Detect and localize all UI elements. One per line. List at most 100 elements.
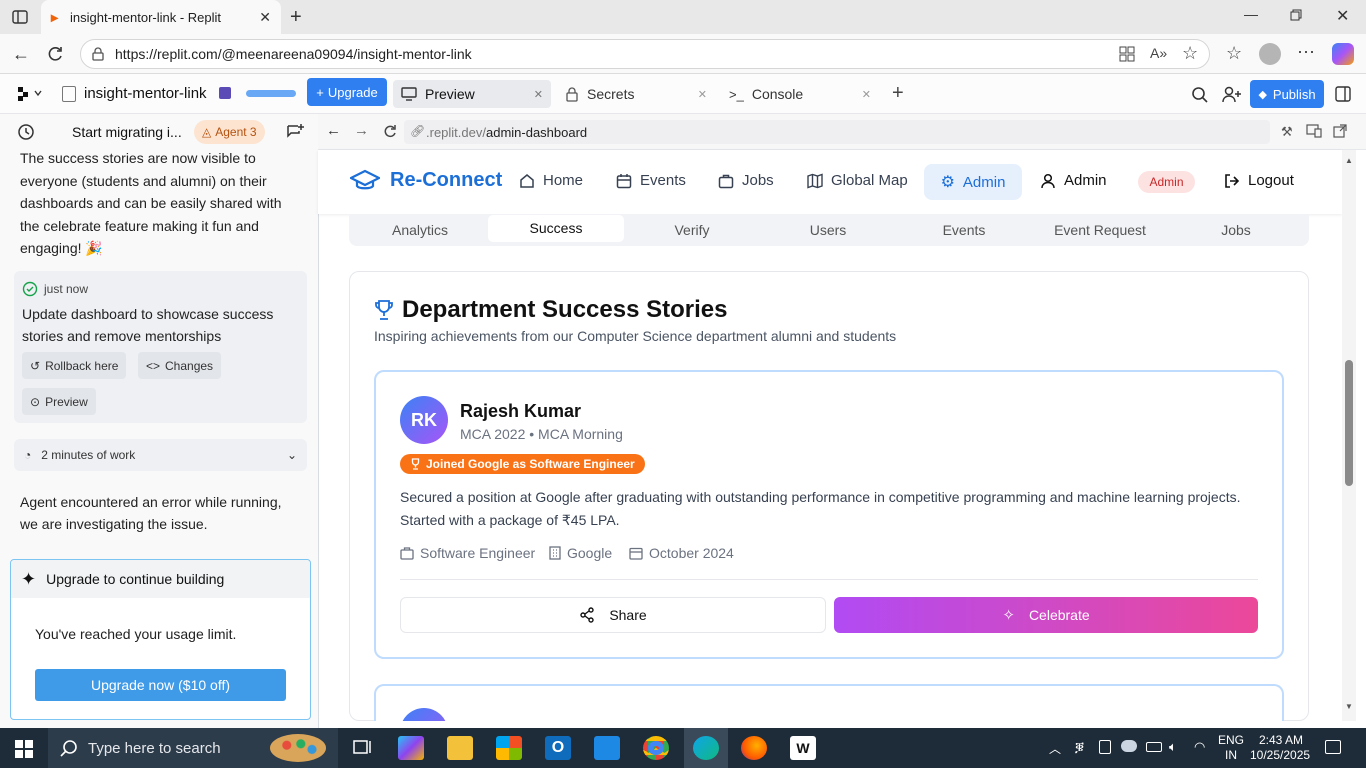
changes-button[interactable]: <> Changes	[138, 352, 222, 379]
invite-user-icon[interactable]	[1222, 86, 1242, 104]
close-window-icon[interactable]: ✕	[1336, 6, 1349, 26]
upgrade-button[interactable]: + Upgrade	[307, 78, 387, 106]
outlook-icon[interactable]: O	[545, 736, 571, 760]
tab-console[interactable]: >_ Console ✕	[721, 80, 879, 108]
publish-icon: ◆	[1258, 88, 1267, 101]
subtab-success[interactable]: Success	[488, 215, 624, 242]
devtools-icon[interactable]: ⚒	[1281, 124, 1293, 140]
preview-back-icon[interactable]: ←	[326, 122, 341, 139]
favorite-star-icon[interactable]: ☆	[1182, 43, 1198, 64]
share-icon	[579, 607, 595, 623]
agent-status-icon	[219, 87, 231, 99]
link-icon: 🔗︎	[410, 124, 426, 138]
add-tab-icon[interactable]: +	[892, 82, 904, 105]
new-tab-icon[interactable]: +	[290, 6, 302, 29]
minimize-icon[interactable]: —	[1244, 6, 1258, 22]
close-tab-secrets-icon[interactable]: ✕	[698, 88, 707, 101]
vscode-icon[interactable]	[594, 736, 620, 760]
notifications-icon[interactable]	[1325, 740, 1341, 754]
search-icon[interactable]	[1191, 86, 1209, 104]
logout-button[interactable]: Logout	[1224, 172, 1294, 189]
subtab-verify[interactable]: Verify	[624, 222, 760, 238]
browser-tab[interactable]: ▸ insight-mentor-link - Replit ✕	[41, 0, 281, 34]
subtab-events[interactable]: Events	[896, 222, 1032, 238]
copilot-icon[interactable]	[1332, 43, 1354, 65]
close-tab-console-icon[interactable]: ✕	[862, 88, 871, 101]
site-info-icon[interactable]	[91, 47, 105, 61]
celebrate-button[interactable]: ✧ Celebrate	[834, 597, 1258, 633]
work-summary-toggle[interactable]: ◔ 2 minutes of work ⌄	[14, 439, 307, 471]
rollback-button[interactable]: ↺ Rollback here	[22, 352, 127, 379]
copilot-taskbar-icon[interactable]	[398, 736, 424, 760]
nav-events[interactable]: Events	[616, 172, 686, 189]
agent-badge[interactable]: ◬ Agent 3	[194, 120, 265, 144]
scrollbar-thumb[interactable]	[1345, 360, 1353, 486]
language-indicator[interactable]: ENG IN	[1218, 733, 1244, 763]
project-switcher[interactable]: insight-mentor-link	[62, 85, 207, 102]
favorites-icon[interactable]: ☆	[1226, 43, 1242, 64]
tab-preview[interactable]: Preview ✕	[393, 80, 551, 108]
tab-secrets[interactable]: Secrets ✕	[557, 80, 715, 108]
preview-scrollbar[interactable]	[1342, 150, 1356, 721]
nav-jobs[interactable]: Jobs	[718, 172, 774, 189]
onedrive-icon[interactable]	[1121, 740, 1137, 752]
subtab-users[interactable]: Users	[760, 222, 896, 238]
preview-refresh-icon[interactable]	[382, 124, 397, 139]
open-new-window-icon[interactable]	[1333, 124, 1347, 138]
plus-icon: +	[316, 84, 324, 100]
ime-icon[interactable]: ቜ	[1075, 739, 1084, 755]
microsoft-store-icon[interactable]	[496, 736, 522, 760]
project-name: insight-mentor-link	[84, 85, 207, 102]
show-hidden-icons[interactable]: ︿	[1049, 740, 1061, 757]
taskbar-search[interactable]: Type here to search	[48, 728, 338, 768]
party-popper-icon: ✧	[1002, 607, 1015, 624]
scroll-up-icon[interactable]: ▲	[1345, 156, 1353, 165]
close-tab-preview-icon[interactable]: ✕	[534, 88, 543, 101]
address-bar[interactable]: https://replit.com/@meenareena09094/insi…	[80, 39, 1210, 69]
date-calendar-icon	[629, 546, 643, 560]
subtab-jobs[interactable]: Jobs	[1168, 222, 1304, 238]
volume-icon[interactable]: 🔈︎	[1169, 739, 1177, 755]
upgrade-now-button[interactable]: Upgrade now ($10 off)	[35, 669, 286, 701]
layout-toggle-icon[interactable]	[1335, 86, 1351, 102]
wifi-icon[interactable]: ◠	[1194, 739, 1205, 755]
scroll-down-icon[interactable]: ▼	[1345, 702, 1353, 711]
nav-global-map[interactable]: Global Map	[807, 172, 908, 189]
chat-title[interactable]: Start migrating i...	[72, 124, 182, 140]
firefox-icon[interactable]	[741, 736, 767, 760]
close-tab-icon[interactable]: ✕	[259, 9, 271, 26]
file-explorer-icon[interactable]	[447, 736, 473, 760]
checkpoint-preview-button[interactable]: ⊙ Preview	[22, 388, 96, 415]
edge-icon[interactable]	[693, 736, 719, 760]
nav-home[interactable]: Home	[519, 172, 583, 189]
share-button[interactable]: Share	[400, 597, 826, 633]
windows-start-icon[interactable]	[15, 740, 33, 758]
battery-icon[interactable]	[1146, 742, 1162, 752]
devices-icon[interactable]	[1306, 124, 1322, 138]
preview-forward-icon[interactable]: →	[354, 122, 369, 139]
device-icon[interactable]	[1099, 740, 1111, 754]
history-icon[interactable]	[17, 123, 35, 141]
profile-avatar[interactable]	[1259, 43, 1281, 65]
subtab-analytics[interactable]: Analytics	[352, 222, 488, 238]
back-icon[interactable]: ←	[12, 44, 30, 65]
read-aloud-icon[interactable]: A»	[1150, 45, 1167, 61]
nav-admin[interactable]: ⚙ Admin	[924, 164, 1022, 200]
tab-actions-icon[interactable]	[12, 9, 28, 25]
preview-url-bar[interactable]: 🔗︎ .replit.dev/admin-dashboard	[404, 120, 1270, 144]
graduation-cap-icon	[350, 168, 380, 192]
refresh-icon[interactable]	[46, 45, 64, 63]
chrome-icon[interactable]	[643, 736, 669, 760]
more-options-icon[interactable]: ⋯	[1297, 42, 1315, 63]
task-view-icon[interactable]	[350, 736, 376, 760]
wondershare-icon[interactable]: W	[790, 736, 816, 760]
brand-logo[interactable]: Re-Connect	[350, 168, 502, 192]
maximize-icon[interactable]	[1290, 9, 1302, 21]
user-menu[interactable]: Admin	[1040, 172, 1107, 189]
publish-button[interactable]: ◆ Publish	[1250, 80, 1324, 108]
app-available-icon[interactable]	[1118, 45, 1136, 63]
clock[interactable]: 2:43 AM	[1256, 733, 1306, 748]
new-chat-icon[interactable]	[286, 123, 304, 141]
subtab-event-request[interactable]: Event Request	[1032, 222, 1168, 238]
replit-logo-icon[interactable]	[18, 87, 44, 101]
